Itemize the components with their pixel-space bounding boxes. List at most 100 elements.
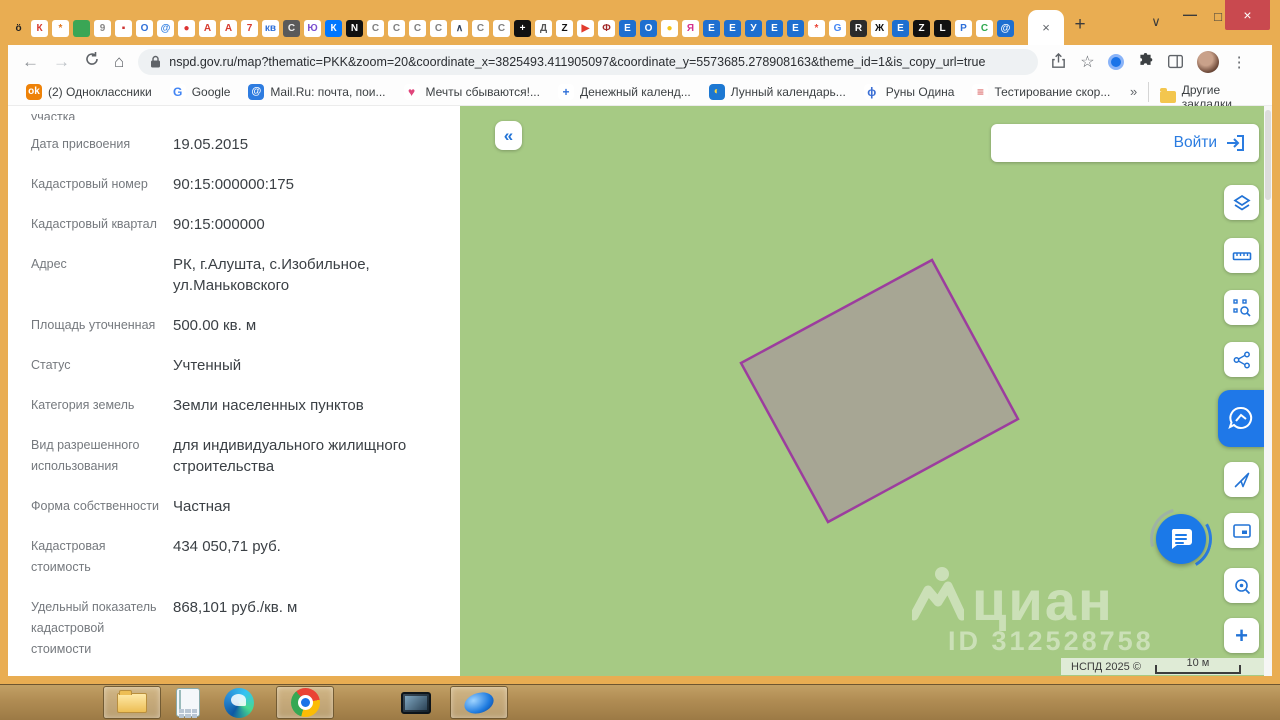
pinned-tab-favicon[interactable]: С xyxy=(472,20,489,37)
home-icon[interactable]: ⌂ xyxy=(114,52,124,72)
locate-me-button[interactable] xyxy=(1224,462,1259,497)
pinned-tab-favicon[interactable]: У xyxy=(745,20,762,37)
pinned-tab-favicon[interactable]: Е xyxy=(892,20,909,37)
forward-icon[interactable]: → xyxy=(53,52,70,72)
bookmark-item[interactable]: ok (2) Одноклассники xyxy=(26,83,152,100)
collapse-panel-button[interactable]: « xyxy=(495,121,522,150)
pinned-tab-favicon[interactable]: + xyxy=(514,20,531,37)
zoom-in-button[interactable]: + xyxy=(1224,618,1259,653)
side-panel-icon[interactable] xyxy=(1167,53,1184,70)
pinned-tab-favicon[interactable]: Е xyxy=(787,20,804,37)
map-canvas[interactable]: циан ID 312528758 « Войти + НСПД 2025 © … xyxy=(460,106,1264,676)
pinned-tab-favicon[interactable]: ∧ xyxy=(451,20,468,37)
page-scrollbar[interactable] xyxy=(1264,106,1272,676)
bookmark-item[interactable]: ♥ Мечты сбываются!... xyxy=(403,83,540,100)
share-icon[interactable] xyxy=(1050,53,1067,70)
taskbar-display-button[interactable] xyxy=(394,686,438,719)
address-bar[interactable]: nspd.gov.ru/map?thematic=PKK&zoom=20&coo… xyxy=(138,48,1039,75)
pinned-tab-favicon[interactable]: L xyxy=(934,20,951,37)
object-search-button[interactable] xyxy=(1224,290,1259,325)
active-tab[interactable]: × xyxy=(1028,10,1064,45)
url-text[interactable]: nspd.gov.ru/map?thematic=PKK&zoom=20&coo… xyxy=(169,55,985,69)
bookmark-star-icon[interactable]: ☆ xyxy=(1080,52,1094,72)
measure-button[interactable] xyxy=(1224,238,1259,273)
pinned-tab-favicon[interactable]: кв xyxy=(262,20,279,37)
pinned-tab-favicon[interactable]: Z xyxy=(556,20,573,37)
back-icon[interactable]: ← xyxy=(22,52,39,72)
pinned-tabs[interactable]: ö К * 9 ▪ O @ ● А А 7 кв С Ю К N С С С С ∧ С С + Д Z ▶ Ф Е О ● Я Е Е У Е Е * G… xyxy=(10,20,1014,38)
taskbar-edge-button[interactable] xyxy=(218,686,260,719)
pinned-tab-favicon[interactable]: А xyxy=(199,20,216,37)
bookmark-item[interactable]: ϕ Руны Одина xyxy=(863,83,954,100)
reload-icon[interactable] xyxy=(84,51,100,72)
pinned-tab-favicon[interactable]: С xyxy=(409,20,426,37)
page-scrollbar-thumb[interactable] xyxy=(1265,110,1271,200)
pinned-tab-favicon[interactable]: ö xyxy=(10,20,27,37)
pinned-tab-favicon[interactable]: @ xyxy=(997,20,1014,37)
layers-button[interactable] xyxy=(1224,185,1259,220)
new-tab-button[interactable]: + xyxy=(1070,14,1090,36)
window-close-button[interactable]: × xyxy=(1225,0,1270,30)
active-identify-tool-button[interactable] xyxy=(1218,390,1264,447)
bookmark-item[interactable]: ◐ Лунный календарь... xyxy=(708,83,846,100)
tab-close-icon[interactable]: × xyxy=(1042,20,1050,35)
pinned-tab-favicon[interactable]: С xyxy=(493,20,510,37)
taskbar-lens-button[interactable] xyxy=(450,686,508,719)
pinned-tab-favicon[interactable]: А xyxy=(220,20,237,37)
pinned-tab-favicon[interactable]: N xyxy=(346,20,363,37)
pinned-tab-favicon[interactable]: Е xyxy=(766,20,783,37)
login-button[interactable]: Войти xyxy=(991,124,1259,162)
pinned-tab-favicon[interactable]: ▪ xyxy=(115,20,132,37)
pinned-tab-favicon[interactable]: Е xyxy=(619,20,636,37)
pinned-tab-favicon[interactable]: С xyxy=(367,20,384,37)
pinned-tab-favicon[interactable]: К xyxy=(325,20,342,37)
pinned-tab-favicon[interactable]: ● xyxy=(178,20,195,37)
taskbar-calculator-button[interactable] xyxy=(170,686,206,719)
taskbar-chrome-button[interactable] xyxy=(276,686,334,719)
pinned-tab-favicon[interactable]: К xyxy=(31,20,48,37)
search-area-button[interactable] xyxy=(1224,568,1259,603)
window-minimize-button[interactable]: — xyxy=(1180,6,1200,22)
pinned-tab-favicon[interactable]: Ю xyxy=(304,20,321,37)
pinned-tab-favicon[interactable]: Ф xyxy=(598,20,615,37)
taskbar-explorer-button[interactable] xyxy=(103,686,161,719)
bookmark-item[interactable]: ≡ Тестирование скор... xyxy=(972,83,1110,100)
pinned-tab-favicon[interactable]: С xyxy=(430,20,447,37)
pinned-tab-favicon[interactable]: ● xyxy=(661,20,678,37)
pinned-tab-favicon[interactable]: Д xyxy=(535,20,552,37)
chat-fab-button[interactable] xyxy=(1156,514,1206,564)
pinned-tab-favicon[interactable]: P xyxy=(955,20,972,37)
bookmark-item[interactable]: + Денежный календ... xyxy=(557,83,691,100)
pinned-tab-favicon[interactable]: 7 xyxy=(241,20,258,37)
pinned-tab-favicon[interactable]: Е xyxy=(724,20,741,37)
pinned-tab-favicon[interactable]: * xyxy=(808,20,825,37)
kebab-menu-icon[interactable]: ⋮ xyxy=(1232,53,1247,71)
pinned-tab-favicon[interactable]: * xyxy=(52,20,69,37)
bookmarks-overflow-chevron[interactable]: » xyxy=(1130,84,1137,99)
pinned-tab-favicon[interactable]: 9 xyxy=(94,20,111,37)
extension-badge-icon[interactable] xyxy=(1107,53,1124,70)
pinned-tab-favicon[interactable]: Ж xyxy=(871,20,888,37)
bookmark-item[interactable]: G Google xyxy=(169,83,230,100)
pinned-tab-favicon[interactable]: С xyxy=(976,20,993,37)
chevron-down-icon[interactable]: ∨ xyxy=(1146,14,1166,30)
cadastral-parcel-polygon[interactable] xyxy=(739,258,1020,524)
pinned-tab-favicon[interactable]: G xyxy=(829,20,846,37)
pinned-tab-favicon[interactable]: Я xyxy=(682,20,699,37)
pinned-tab-favicon[interactable]: С xyxy=(388,20,405,37)
pinned-tab-favicon[interactable]: R xyxy=(850,20,867,37)
bookmark-items[interactable]: ok (2) Одноклассники G Google @ Mail.Ru: почт… xyxy=(8,83,1110,100)
mini-map-button[interactable] xyxy=(1224,513,1259,548)
pinned-tab-favicon[interactable]: ▶ xyxy=(577,20,594,37)
share-map-button[interactable] xyxy=(1224,342,1259,377)
profile-avatar[interactable] xyxy=(1196,50,1219,73)
pinned-tab-favicon[interactable]: Z xyxy=(913,20,930,37)
pinned-tab-favicon[interactable]: @ xyxy=(157,20,174,37)
pinned-tab-favicon[interactable]: Е xyxy=(703,20,720,37)
extensions-puzzle-icon[interactable] xyxy=(1137,53,1154,70)
pinned-tab-favicon[interactable]: О xyxy=(640,20,657,37)
pinned-tab-favicon[interactable] xyxy=(73,20,90,37)
pinned-tab-favicon[interactable]: С xyxy=(283,20,300,37)
pinned-tab-favicon[interactable]: O xyxy=(136,20,153,37)
bookmark-item[interactable]: @ Mail.Ru: почта, пои... xyxy=(248,83,386,100)
